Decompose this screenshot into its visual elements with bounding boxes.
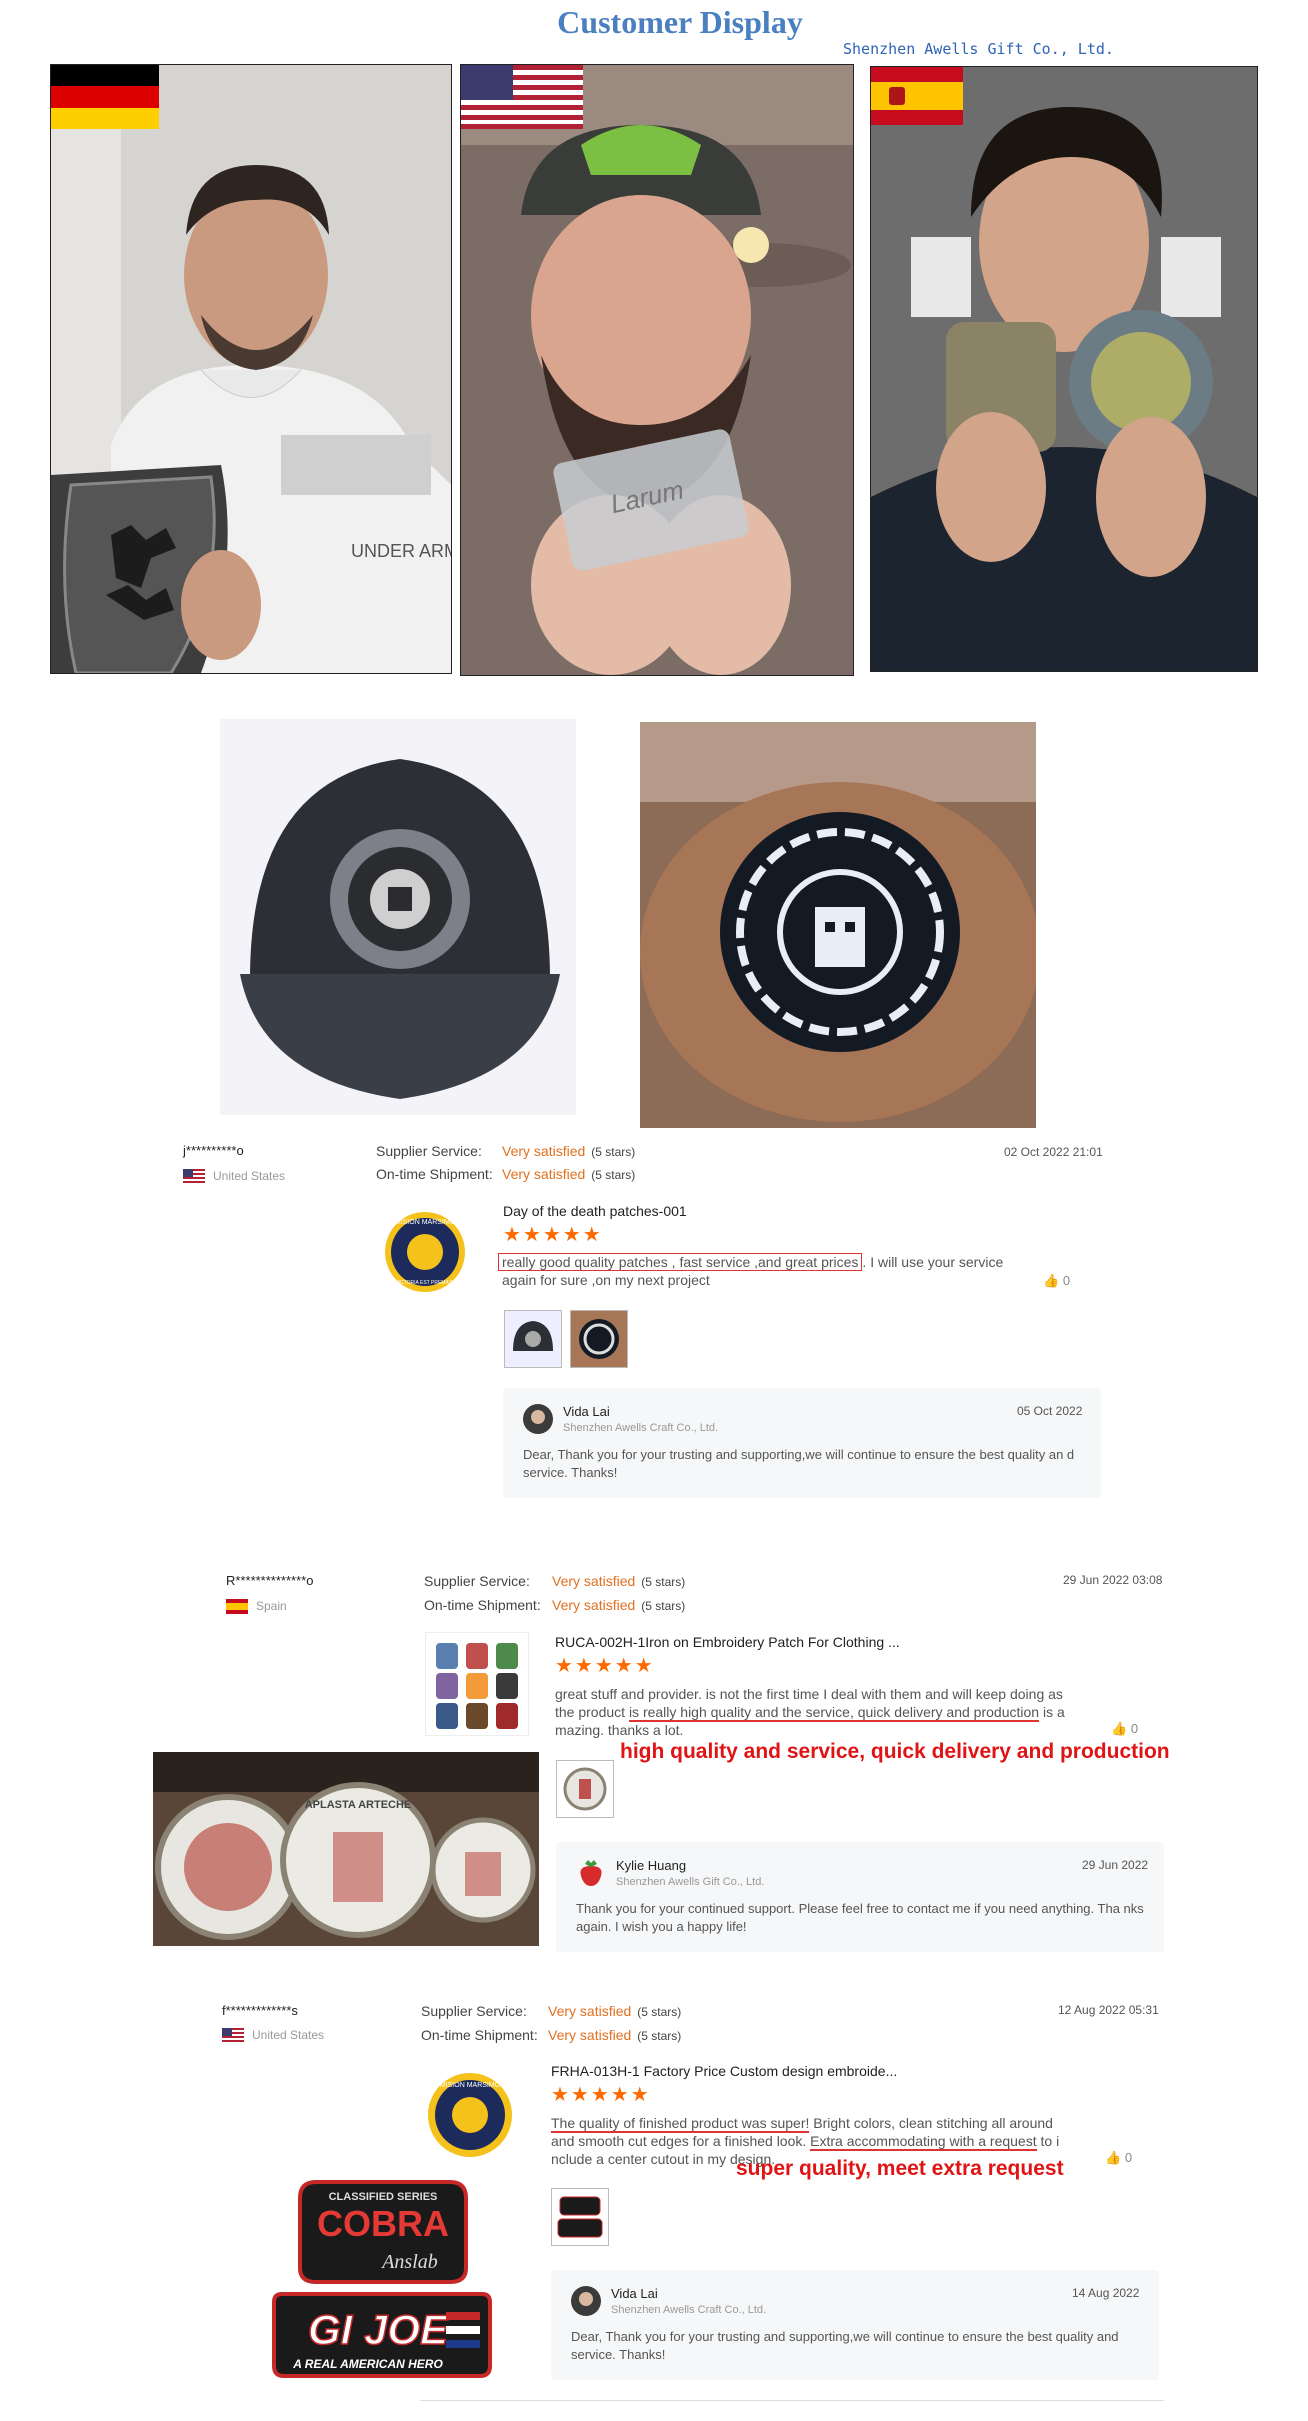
- customer-photo-germany-image: UNDER ARMOUR: [51, 65, 451, 673]
- review-date: 29 Jun 2022 03:08: [1063, 1573, 1163, 1587]
- shipment-rating: Very satisfied (5 stars): [502, 1166, 636, 1182]
- avatar: [523, 1404, 553, 1434]
- review-image-thumb-cap[interactable]: [504, 1310, 562, 1368]
- reply-name: Vida Lai: [611, 2286, 658, 2301]
- strawberry-avatar-icon: [576, 1858, 606, 1888]
- coin-photo: APLASTA ARTECHE: [153, 1752, 539, 1946]
- usa-flag-icon: [461, 65, 583, 129]
- review-image-thumb-coin[interactable]: [556, 1760, 614, 1818]
- cobra-text: COBRA: [317, 2203, 449, 2244]
- buyer-name: j**********o: [183, 1143, 244, 1158]
- buyer-country: Spain: [226, 1599, 287, 1615]
- reply-date: 14 Aug 2022: [1072, 2286, 1140, 2300]
- shipment-rating: Very satisfied (5 stars): [548, 2027, 682, 2043]
- thumbs-up-icon: 👍: [1105, 2150, 1122, 2165]
- review-image-thumb-patch[interactable]: [570, 1310, 628, 1368]
- highlight-caption: super quality, meet extra request: [736, 2157, 1064, 2180]
- highlight-caption: high quality and service, quick delivery…: [620, 1740, 1170, 1763]
- coin-text: APLASTA ARTECHE: [305, 1799, 412, 1811]
- seller-reply: Kylie Huang Shenzhen Awells Gift Co., Lt…: [556, 1842, 1164, 1952]
- product-thumbnail[interactable]: MISION MARSIMO: [420, 2059, 520, 2159]
- like-button[interactable]: 👍 0: [1105, 2150, 1132, 2166]
- shipment-label: On-time Shipment:: [376, 1166, 493, 1182]
- spain-flag-icon: [226, 1599, 248, 1615]
- avatar: [571, 2286, 601, 2316]
- buyer-country: United States: [183, 1169, 285, 1185]
- review-text: really good quality patches , fast servi…: [498, 1253, 1018, 1289]
- reply-text: Dear, Thank you for your trusting and su…: [523, 1447, 1075, 1480]
- like-button[interactable]: 👍 0: [1043, 1273, 1070, 1289]
- review-text: great stuff and provider. is not the fir…: [555, 1686, 1065, 1738]
- cobra-patch-photo: CLASSIFIED SERIES COBRA Anslab: [290, 2178, 475, 2286]
- customer-photo-spain: [870, 66, 1258, 672]
- spain-flag-icon: [871, 67, 963, 125]
- seller-reply: Vida Lai Shenzhen Awells Craft Co., Ltd.…: [551, 2270, 1159, 2380]
- product-title[interactable]: RUCA-002H-1Iron on Embroidery Patch For …: [555, 1634, 900, 1650]
- shipment-label: On-time Shipment:: [424, 1597, 541, 1613]
- review-image-thumb-gijoe[interactable]: [551, 2188, 609, 2246]
- like-button[interactable]: 👍 0: [1111, 1721, 1138, 1737]
- customer-photo-usa: Larum: [460, 64, 854, 676]
- gijoe-text: GI JOE: [308, 2306, 450, 2353]
- reply-text: Thank you for your continued support. Pl…: [576, 1901, 1144, 1934]
- shipment-rating: Very satisfied (5 stars): [552, 1597, 686, 1613]
- product-title[interactable]: FRHA-013H-1 Factory Price Custom design …: [551, 2063, 897, 2079]
- page-title: Customer Display: [557, 4, 803, 40]
- patch-in-hand-photo-image: [640, 722, 1040, 1128]
- cap-photo-image: [220, 719, 576, 1115]
- cobra-top-text: CLASSIFIED SERIES: [329, 2191, 438, 2203]
- shipment-label: On-time Shipment:: [421, 2027, 538, 2043]
- supplier-service-label: Supplier Service:: [376, 1143, 482, 1159]
- supplier-service-rating: Very satisfied (5 stars): [548, 2003, 682, 2019]
- buyer-name: f*************s: [222, 2003, 298, 2018]
- cobra-sub-text: Anslab: [380, 2251, 438, 2273]
- product-title[interactable]: Day of the death patches-001: [503, 1203, 687, 1219]
- rating-stars: ★★★★★: [503, 1224, 603, 1246]
- shirt-text: UNDER ARMOUR: [351, 541, 451, 561]
- gijoe-sub-text: A REAL AMERICAN HERO: [292, 2357, 443, 2371]
- cap-photo: [220, 719, 576, 1115]
- patch-text-bottom: VICTORIA EST PREMIUM: [395, 1280, 454, 1286]
- germany-flag-icon: [51, 65, 159, 129]
- review-date: 02 Oct 2022 21:01: [1004, 1145, 1103, 1159]
- divider: [420, 2400, 1164, 2401]
- company-name: Shenzhen Awells Gift Co., Ltd.: [843, 40, 1114, 58]
- customer-photo-usa-image: Larum: [461, 65, 853, 675]
- reply-company: Shenzhen Awells Craft Co., Ltd.: [563, 1422, 719, 1434]
- customer-photo-germany: UNDER ARMOUR: [50, 64, 452, 674]
- rating-stars: ★★★★★: [551, 2084, 651, 2106]
- gijoe-patch-photo: GI JOE A REAL AMERICAN HERO: [268, 2286, 496, 2382]
- review-date: 12 Aug 2022 05:31: [1058, 2003, 1159, 2017]
- patch-text-top: MISION MARSIMO: [395, 1219, 456, 1226]
- reply-name: Vida Lai: [563, 1404, 610, 1419]
- reply-name: Kylie Huang: [616, 1858, 687, 1873]
- product-thumbnail[interactable]: [425, 1632, 529, 1736]
- seller-reply: Vida Lai Shenzhen Awells Craft Co., Ltd.…: [503, 1388, 1101, 1498]
- reply-date: 29 Jun 2022: [1082, 1858, 1149, 1872]
- supplier-service-rating: Very satisfied (5 stars): [502, 1143, 636, 1159]
- supplier-service-rating: Very satisfied (5 stars): [552, 1573, 686, 1589]
- reply-company: Shenzhen Awells Gift Co., Ltd.: [616, 1876, 765, 1888]
- reply-company: Shenzhen Awells Craft Co., Ltd.: [611, 2304, 767, 2316]
- patch-in-hand-photo: [640, 722, 1040, 1128]
- supplier-service-label: Supplier Service:: [424, 1573, 530, 1589]
- usa-flag-icon: [183, 1169, 205, 1185]
- reply-date: 05 Oct 2022: [1017, 1404, 1083, 1418]
- coin-photo-image: APLASTA ARTECHE: [153, 1752, 539, 1946]
- customer-photo-spain-image: [871, 67, 1257, 671]
- rating-stars: ★★★★★: [555, 1655, 655, 1677]
- buyer-name: R**************o: [226, 1573, 314, 1588]
- supplier-service-label: Supplier Service:: [421, 2003, 527, 2019]
- buyer-country: United States: [222, 2028, 324, 2044]
- product-thumbnail[interactable]: MISION MARSIMO VICTORIA EST PREMIUM: [377, 1196, 473, 1298]
- thumbs-up-icon: 👍: [1111, 1721, 1128, 1736]
- reply-text: Dear, Thank you for your trusting and su…: [571, 2329, 1119, 2362]
- patch-text-top: MISION MARSIMO: [440, 2082, 501, 2089]
- usa-flag-icon: [222, 2028, 244, 2044]
- thumbs-up-icon: 👍: [1043, 1273, 1060, 1288]
